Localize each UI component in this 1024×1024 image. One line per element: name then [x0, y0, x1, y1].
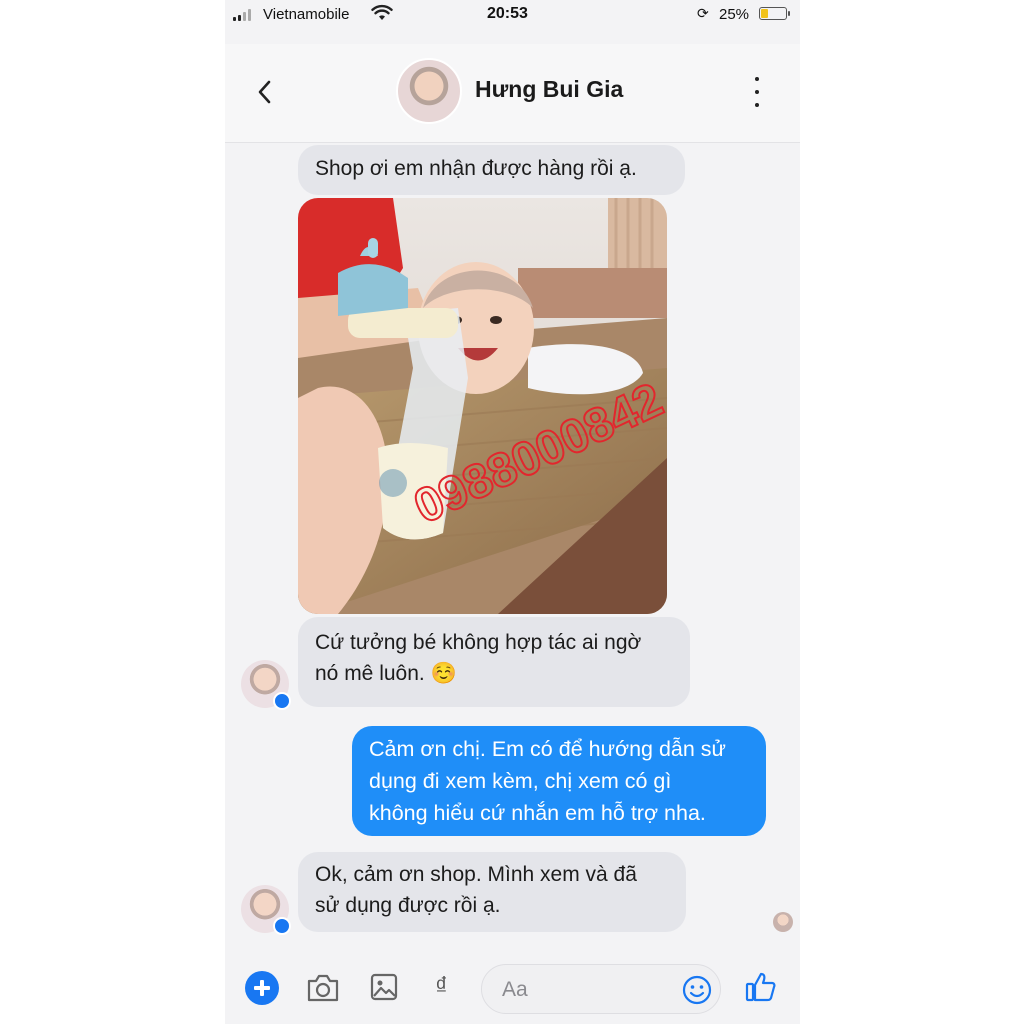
- photo-message[interactable]: 0988000842: [298, 198, 667, 614]
- status-bar: Vietnamobile 20:53 ⟳ 25%: [225, 0, 800, 30]
- contact-name[interactable]: Hưng Bui Gia: [475, 76, 623, 103]
- rotation-lock-icon: ⟳: [697, 5, 709, 21]
- message-line: Ok, cảm ơn shop. Mình xem và đã: [315, 863, 637, 886]
- clock: 20:53: [487, 5, 528, 22]
- message-line: không hiểu cứ nhắn em hỗ trợ nha.: [369, 801, 706, 825]
- message-line: nó mê luôn. ☺️: [315, 662, 457, 685]
- chat-header: Hưng Bui Gia: [225, 44, 800, 143]
- contact-avatar[interactable]: [396, 58, 462, 124]
- camera-icon[interactable]: [305, 972, 341, 1004]
- gallery-icon[interactable]: [369, 972, 399, 1002]
- battery-icon: [759, 7, 790, 20]
- message-bubble-outgoing[interactable]: Cảm ơn chị. Em có để hướng dẫn sử dụng đ…: [352, 726, 766, 836]
- currency-payment-icon[interactable]: ₫: [435, 972, 448, 1001]
- baby-bottle-photo: 0988000842: [298, 198, 667, 614]
- wifi-icon: [371, 4, 393, 20]
- emoji-icon[interactable]: [681, 974, 713, 1006]
- thumbs-up-icon[interactable]: [744, 970, 778, 1004]
- message-bubble-incoming[interactable]: Cứ tưởng bé không hợp tác ai ngờ nó mê l…: [298, 617, 690, 707]
- sender-avatar[interactable]: [241, 660, 291, 710]
- messenger-badge-icon: [273, 917, 291, 935]
- message-text: Shop ơi em nhận được hàng rồi ạ.: [315, 157, 637, 180]
- more-options-icon[interactable]: [747, 77, 767, 107]
- signal-icon: [233, 9, 251, 21]
- sender-avatar[interactable]: [241, 885, 291, 935]
- seen-receipt-avatar: [773, 912, 793, 932]
- message-line: dụng đi xem kèm, chị xem có gì: [369, 769, 672, 793]
- add-button[interactable]: [245, 971, 279, 1005]
- message-bubble-incoming[interactable]: Ok, cảm ơn shop. Mình xem và đã sử dụng …: [298, 852, 686, 932]
- message-line: Cảm ơn chị. Em có để hướng dẫn sử: [369, 737, 726, 761]
- message-line: sử dụng được rồi ạ.: [315, 894, 501, 917]
- messenger-badge-icon: [273, 692, 291, 710]
- carrier-name: Vietnamobile: [263, 6, 350, 23]
- battery-percent: 25%: [719, 6, 750, 23]
- message-input[interactable]: [500, 975, 674, 1005]
- messenger-screen: Vietnamobile 20:53 ⟳ 25% Hưng Bui Gia Sh…: [225, 0, 800, 1024]
- message-line: Cứ tưởng bé không hợp tác ai ngờ: [315, 631, 642, 654]
- back-chevron-icon[interactable]: [253, 74, 277, 110]
- message-bubble-incoming[interactable]: Shop ơi em nhận được hàng rồi ạ.: [298, 145, 685, 195]
- message-input-box[interactable]: [481, 964, 721, 1014]
